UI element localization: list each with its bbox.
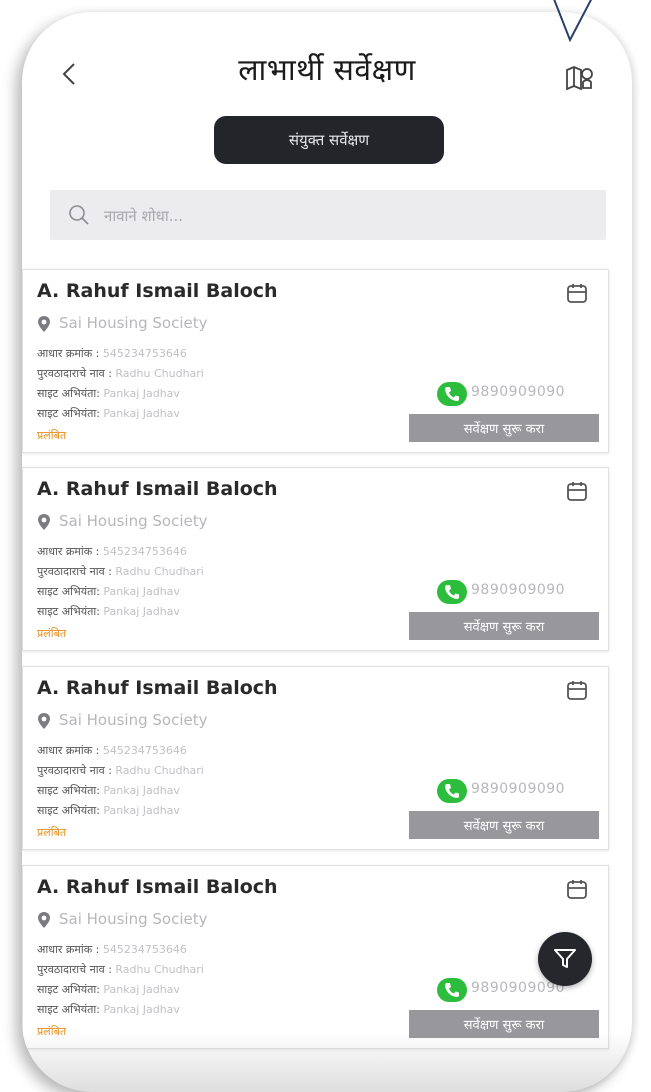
- site-engineer-label: साइट अभियंता:: [37, 1003, 100, 1016]
- supplier-value: Radhu Chudhari: [115, 963, 204, 976]
- page-title: लाभार्थी सर्वेक्षण: [238, 53, 416, 88]
- aadhar-value: 545234753646: [102, 744, 187, 757]
- site-engineer-row: साइट अभियंता: Pankaj Jadhav: [37, 604, 180, 619]
- aadhar-value: 545234753646: [102, 347, 187, 360]
- site-engineer-value: Pankaj Jadhav: [103, 387, 180, 400]
- location-pin-icon: [38, 316, 50, 332]
- search-bar: [50, 190, 606, 242]
- supplier-value: Radhu Chudhari: [115, 565, 204, 578]
- site-engineer-label: साइट अभियंता:: [37, 407, 100, 420]
- calendar-icon[interactable]: [566, 282, 588, 304]
- beneficiary-name: A. Rahuf Ismail Baloch: [37, 280, 278, 302]
- site-engineer-row: साइट अभियंता: Pankaj Jadhav: [37, 386, 180, 401]
- site-engineer-row: साइट अभियंता: Pankaj Jadhav: [37, 584, 180, 599]
- filter-icon: [554, 949, 576, 968]
- phone-icon[interactable]: [437, 382, 467, 406]
- search-icon: [69, 205, 89, 225]
- aadhar-value: 545234753646: [102, 545, 187, 558]
- site-engineer-value: Pankaj Jadhav: [103, 1003, 180, 1016]
- start-survey-button[interactable]: सर्वेक्षण सुरू करा: [409, 612, 599, 640]
- location-text: Sai Housing Society: [59, 512, 208, 530]
- search-input[interactable]: [102, 190, 586, 242]
- supplier-row: पुरवठादाराचे नाव : Radhu Chudhari: [37, 366, 204, 381]
- calendar-icon[interactable]: [566, 679, 588, 701]
- aadhar-row: आधार क्रमांक : 545234753646: [37, 346, 187, 361]
- site-engineer-label: साइट अभियंता:: [37, 983, 100, 996]
- pointer-annotation: [553, 0, 592, 43]
- supplier-row: पुरवठादाराचे नाव : Radhu Chudhari: [37, 763, 204, 778]
- site-engineer-value: Pankaj Jadhav: [103, 605, 180, 618]
- site-engineer-value: Pankaj Jadhav: [103, 804, 180, 817]
- filter-button[interactable]: [538, 932, 592, 986]
- phone-row[interactable]: 9890909090: [437, 580, 607, 604]
- site-engineer-value: Pankaj Jadhav: [103, 983, 180, 996]
- survey-card[interactable]: A. Rahuf Ismail Baloch Sai Housing Socie…: [22, 666, 609, 850]
- phone-screen: लाभार्थी सर्वेक्षण संयुक्त सर्वेक्षण A. …: [22, 12, 632, 1092]
- map-pin-icon[interactable]: [564, 62, 596, 94]
- calendar-icon[interactable]: [566, 480, 588, 502]
- site-engineer-row: साइट अभियंता: Pankaj Jadhav: [37, 406, 180, 421]
- aadhar-value: 545234753646: [102, 943, 187, 956]
- bottom-fade: [22, 1032, 632, 1092]
- supplier-label: पुरवठादाराचे नाव :: [37, 367, 112, 380]
- beneficiary-name: A. Rahuf Ismail Baloch: [37, 876, 278, 898]
- aadhar-row: आधार क्रमांक : 545234753646: [37, 942, 187, 957]
- start-survey-button[interactable]: सर्वेक्षण सुरू करा: [409, 414, 599, 442]
- site-engineer-row: साइट अभियंता: Pankaj Jadhav: [37, 1002, 180, 1017]
- phone-number[interactable]: 9890909090: [471, 384, 565, 400]
- aadhar-row: आधार क्रमांक : 545234753646: [37, 743, 187, 758]
- aadhar-label: आधार क्रमांक :: [37, 744, 100, 757]
- supplier-label: पुरवठादाराचे नाव :: [37, 565, 112, 578]
- supplier-value: Radhu Chudhari: [115, 764, 204, 777]
- aadhar-label: आधार क्रमांक :: [37, 545, 100, 558]
- survey-card[interactable]: A. Rahuf Ismail Baloch Sai Housing Socie…: [22, 467, 609, 651]
- site-engineer-label: साइट अभियंता:: [37, 804, 100, 817]
- site-engineer-row: साइट अभियंता: Pankaj Jadhav: [37, 783, 180, 798]
- supplier-label: पुरवठादाराचे नाव :: [37, 963, 112, 976]
- supplier-label: पुरवठादाराचे नाव :: [37, 764, 112, 777]
- phone-row[interactable]: 9890909090: [437, 779, 607, 803]
- site-engineer-label: साइट अभियंता:: [37, 387, 100, 400]
- site-engineer-value: Pankaj Jadhav: [103, 407, 180, 420]
- status-badge: प्रलंबित: [37, 627, 67, 640]
- site-engineer-value: Pankaj Jadhav: [103, 585, 180, 598]
- site-engineer-label: साइट अभियंता:: [37, 605, 100, 618]
- site-engineer-row: साइट अभियंता: Pankaj Jadhav: [37, 982, 180, 997]
- site-engineer-value: Pankaj Jadhav: [103, 784, 180, 797]
- status-badge: प्रलंबित: [37, 826, 67, 839]
- joint-survey-button[interactable]: संयुक्त सर्वेक्षण: [214, 116, 444, 164]
- aadhar-label: आधार क्रमांक :: [37, 347, 100, 360]
- phone-number[interactable]: 9890909090: [471, 582, 565, 598]
- location-text: Sai Housing Society: [59, 910, 208, 928]
- location-pin-icon: [38, 514, 50, 530]
- phone-row[interactable]: 9890909090: [437, 382, 607, 406]
- status-badge: प्रलंबित: [37, 429, 67, 442]
- phone-icon[interactable]: [437, 580, 467, 604]
- aadhar-row: आधार क्रमांक : 545234753646: [37, 544, 187, 559]
- supplier-row: पुरवठादाराचे नाव : Radhu Chudhari: [37, 962, 204, 977]
- site-engineer-label: साइट अभियंता:: [37, 585, 100, 598]
- phone-row[interactable]: 9890909090: [437, 978, 607, 1002]
- site-engineer-row: साइट अभियंता: Pankaj Jadhav: [37, 803, 180, 818]
- location-pin-icon: [38, 713, 50, 729]
- phone-number[interactable]: 9890909090: [471, 781, 565, 797]
- beneficiary-name: A. Rahuf Ismail Baloch: [37, 478, 278, 500]
- calendar-icon[interactable]: [566, 878, 588, 900]
- aadhar-label: आधार क्रमांक :: [37, 943, 100, 956]
- start-survey-button[interactable]: सर्वेक्षण सुरू करा: [409, 811, 599, 839]
- location-pin-icon: [38, 912, 50, 928]
- phone-icon[interactable]: [437, 779, 467, 803]
- site-engineer-label: साइट अभियंता:: [37, 784, 100, 797]
- supplier-value: Radhu Chudhari: [115, 367, 204, 380]
- survey-card[interactable]: A. Rahuf Ismail Baloch Sai Housing Socie…: [22, 865, 609, 1049]
- beneficiary-name: A. Rahuf Ismail Baloch: [37, 677, 278, 699]
- location-text: Sai Housing Society: [59, 314, 208, 332]
- phone-icon[interactable]: [437, 978, 467, 1002]
- supplier-row: पुरवठादाराचे नाव : Radhu Chudhari: [37, 564, 204, 579]
- survey-card[interactable]: A. Rahuf Ismail Baloch Sai Housing Socie…: [22, 269, 609, 453]
- location-text: Sai Housing Society: [59, 711, 208, 729]
